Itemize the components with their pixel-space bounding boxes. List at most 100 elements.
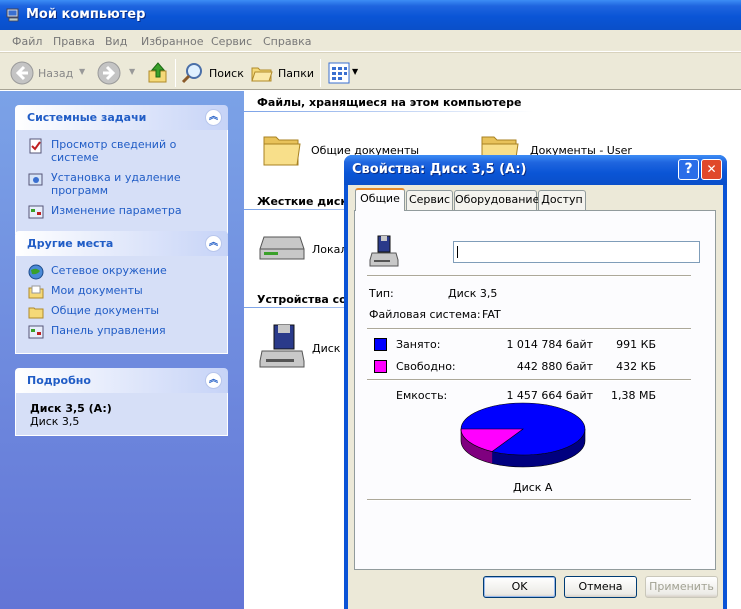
text-cursor [457, 246, 458, 258]
collapse-chevron-icon[interactable]: ︽ [205, 372, 222, 389]
forward-button[interactable]: ▼ [97, 61, 137, 85]
details-title: Подробно [27, 374, 91, 387]
details-panel: Подробно ︽ Диск 3,5 (A:) Диск 3,5 [15, 368, 228, 436]
window-title: Мой компьютер [26, 7, 146, 22]
tab-tools[interactable]: Сервис [406, 190, 453, 210]
ok-button[interactable]: OK [483, 576, 556, 598]
window-title-bar[interactable]: Мой компьютер [0, 0, 741, 30]
filesystem-value: FAT [482, 308, 501, 321]
search-icon [181, 63, 202, 84]
menu-help[interactable]: Справка [263, 35, 311, 48]
apply-button[interactable]: Применить [645, 576, 718, 598]
my-documents-icon [28, 285, 44, 299]
other-places-panel: Другие места ︽ Сетевое окружение Мои док… [15, 231, 228, 354]
divider [367, 499, 691, 501]
search-button[interactable]: Поиск [181, 61, 244, 85]
system-info-icon [29, 138, 42, 154]
add-remove-programs-link[interactable]: Установка и удаление программ [28, 171, 227, 197]
menu-bar: Файл Правка Вид Избранное Сервис Справка [0, 30, 741, 52]
filesystem-label: Файловая система: [369, 308, 481, 321]
help-button[interactable]: ? [678, 159, 699, 180]
system-tasks-panel: Системные задачи ︽ Просмотр сведений о с… [15, 105, 228, 234]
network-globe-icon [28, 264, 44, 280]
used-short: 991 КБ [616, 338, 656, 351]
devices-section-title: Устройства со с [257, 293, 358, 306]
details-name: Диск 3,5 (A:) [30, 402, 112, 415]
menu-edit[interactable]: Правка [53, 35, 95, 48]
floppy-drive-icon [369, 235, 399, 267]
type-label: Тип: [369, 287, 394, 300]
my-computer-icon [6, 8, 19, 22]
back-arrow-icon [10, 61, 34, 85]
toolbar-separator [320, 59, 321, 87]
search-label: Поиск [209, 67, 244, 80]
properties-dialog: Свойства: Диск 3,5 (A:) ? ✕ Общие Сервис… [344, 155, 727, 609]
link-label: Мои документы [51, 284, 143, 297]
dialog-body: Общие Сервис Оборудование Доступ Тип: Ди… [348, 185, 723, 609]
back-label: Назад [38, 67, 74, 80]
dialog-title-bar[interactable]: Свойства: Диск 3,5 (A:) ? ✕ [344, 155, 727, 185]
folders-icon [251, 67, 273, 82]
disk-name-input[interactable] [453, 241, 700, 263]
up-folder-icon [148, 62, 167, 83]
shared-documents-link[interactable]: Общие документы [28, 304, 227, 319]
change-setting-link[interactable]: Изменение параметра [28, 204, 227, 219]
dropdown-arrow-icon: ▼ [352, 67, 359, 76]
other-places-header[interactable]: Другие места ︽ [15, 231, 228, 256]
folders-button[interactable]: Папки [250, 61, 314, 85]
back-button[interactable]: Назад ▼ [10, 61, 86, 85]
divider [367, 328, 691, 330]
toolbar: Назад ▼ ▼ Поиск Папки ▼ [0, 52, 741, 90]
link-label: Установка и удаление программ [51, 171, 181, 197]
cancel-button[interactable]: Отмена [564, 576, 637, 598]
control-panel-icon [28, 325, 44, 339]
capacity-short: 1,38 МБ [610, 389, 656, 402]
free-label: Свободно: [396, 360, 456, 373]
menu-file[interactable]: Файл [12, 35, 42, 48]
dropdown-arrow-icon: ▼ [79, 67, 86, 76]
close-button[interactable]: ✕ [701, 159, 722, 180]
hard-disks-section-title: Жесткие диски [257, 195, 356, 208]
disk-usage-pie-chart [460, 402, 586, 468]
used-bytes: 1 014 784 байт [506, 338, 593, 351]
tab-general[interactable]: Общие [355, 188, 405, 211]
view-system-info-link[interactable]: Просмотр сведений о системе [28, 138, 227, 164]
tab-sharing[interactable]: Доступ [538, 190, 586, 210]
link-label: Сетевое окружение [51, 264, 167, 277]
my-documents-link[interactable]: Мои документы [28, 284, 227, 299]
system-tasks-header[interactable]: Системные задачи ︽ [15, 105, 228, 130]
collapse-chevron-icon[interactable]: ︽ [205, 109, 222, 126]
collapse-chevron-icon[interactable]: ︽ [205, 235, 222, 252]
menu-tools[interactable]: Сервис [211, 35, 252, 48]
add-remove-programs-icon [28, 173, 43, 186]
folder-icon [28, 307, 44, 319]
menu-view[interactable]: Вид [105, 35, 127, 48]
section-divider [244, 111, 534, 112]
menu-favorites[interactable]: Избранное [141, 35, 203, 48]
dialog-title: Свойства: Диск 3,5 (A:) [352, 162, 527, 177]
capacity-label: Емкость: [396, 389, 448, 402]
hard-disk-icon [259, 236, 305, 260]
disk-label: Диск А [513, 481, 553, 494]
dropdown-arrow-icon: ▼ [129, 67, 136, 76]
free-bytes: 442 880 байт [516, 360, 593, 373]
control-panel-link[interactable]: Панель управления [28, 324, 227, 339]
view-button[interactable]: ▼ [328, 61, 362, 85]
up-folder-button[interactable] [146, 61, 170, 85]
control-panel-icon [28, 205, 44, 219]
used-label: Занято: [396, 338, 441, 351]
type-value: Диск 3,5 [448, 287, 498, 300]
system-tasks-title: Системные задачи [27, 111, 147, 124]
divider [367, 275, 691, 277]
toolbar-separator [175, 59, 176, 87]
used-color-swatch [374, 338, 387, 351]
folders-label: Папки [278, 67, 314, 80]
forward-arrow-icon [97, 61, 121, 85]
details-type: Диск 3,5 [30, 415, 80, 428]
free-color-swatch [374, 360, 387, 373]
view-grid-icon [328, 62, 350, 84]
floppy-drive-icon [259, 324, 305, 368]
tab-hardware[interactable]: Оборудование [454, 190, 539, 210]
network-places-link[interactable]: Сетевое окружение [28, 264, 227, 280]
details-header[interactable]: Подробно ︽ [15, 368, 228, 393]
